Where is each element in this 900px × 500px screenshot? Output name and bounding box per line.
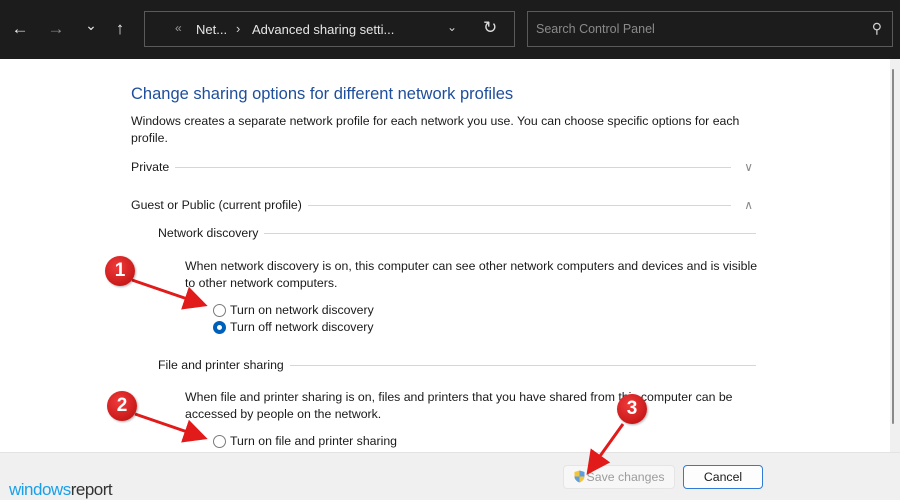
radio-label[interactable]: Turn on file and printer sharing xyxy=(230,434,397,448)
breadcrumb-network[interactable]: Net... xyxy=(196,22,227,37)
radio-button-selected[interactable] xyxy=(213,320,226,334)
file-printer-sharing-heading: File and printer sharing xyxy=(158,358,284,372)
breadcrumb-advanced-sharing[interactable]: Advanced sharing setti... xyxy=(252,22,394,37)
radio-button[interactable] xyxy=(213,303,226,317)
radio-turn-off-network-discovery[interactable]: Turn off network discovery xyxy=(213,320,374,334)
up-button[interactable]: ↑ xyxy=(109,18,131,40)
profile-private-header[interactable]: Private ∨ xyxy=(131,160,753,174)
network-discovery-header: Network discovery xyxy=(158,226,756,240)
page-title: Change sharing options for different net… xyxy=(131,85,514,103)
chevron-up-icon[interactable]: ∧ xyxy=(731,198,753,212)
annotation-badge-3: 3 xyxy=(617,394,647,424)
divider xyxy=(264,232,756,234)
address-dropdown-icon[interactable]: ⌄ xyxy=(447,20,457,34)
page-intro: Windows creates a separate network profi… xyxy=(131,114,740,145)
navigation-bar: ← → ⌄ ↑ « Net... › Advanced sharing sett… xyxy=(0,0,900,59)
arrow-left-icon: ← xyxy=(11,19,29,38)
divider xyxy=(289,364,756,366)
search-input[interactable] xyxy=(536,20,856,38)
file-printer-sharing-description: When file and printer sharing is on, fil… xyxy=(185,390,733,421)
radio-label[interactable]: Turn off network discovery xyxy=(230,320,374,334)
save-changes-button[interactable]: Save changes xyxy=(563,465,675,489)
search-icon[interactable]: ⚲ xyxy=(872,20,882,37)
profile-public-label[interactable]: Guest or Public (current profile) xyxy=(131,198,308,212)
divider xyxy=(175,166,731,168)
profile-private-label[interactable]: Private xyxy=(131,160,175,174)
logo-part-report: report xyxy=(70,480,113,499)
network-discovery-heading: Network discovery xyxy=(158,226,259,240)
vertical-scrollbar[interactable] xyxy=(890,59,900,452)
radio-turn-on-network-discovery[interactable]: Turn on network discovery xyxy=(213,303,374,317)
divider xyxy=(307,204,731,206)
uac-shield-icon xyxy=(574,470,585,483)
radio-turn-on-file-printer-sharing[interactable]: Turn on file and printer sharing xyxy=(213,434,397,448)
forward-button[interactable]: → xyxy=(45,18,67,40)
radio-button[interactable] xyxy=(213,434,226,448)
logo-part-windows: windows xyxy=(9,480,71,499)
network-discovery-description: When network discovery is on, this compu… xyxy=(185,259,758,290)
overflow-chevron-icon[interactable]: « xyxy=(175,21,182,35)
radio-label[interactable]: Turn on network discovery xyxy=(230,303,374,317)
recent-locations-button[interactable]: ⌄ xyxy=(80,14,102,36)
search-box[interactable]: ⚲ xyxy=(527,11,893,47)
chevron-down-icon: ⌄ xyxy=(85,17,97,33)
arrow-right-icon: → xyxy=(47,19,65,38)
refresh-icon[interactable]: ↻ xyxy=(483,18,497,38)
annotation-badge-1: 1 xyxy=(105,256,135,286)
arrow-up-icon: ↑ xyxy=(115,19,125,38)
file-printer-sharing-header: File and printer sharing xyxy=(158,358,756,372)
back-button[interactable]: ← xyxy=(9,18,31,40)
scrollbar-thumb[interactable] xyxy=(892,69,894,424)
windowsreport-logo: windowsreport xyxy=(9,480,113,500)
breadcrumb-separator-icon[interactable]: › xyxy=(236,21,240,36)
chevron-down-icon[interactable]: ∨ xyxy=(731,160,753,174)
footer-bar: Save changes Cancel windowsreport xyxy=(0,452,900,500)
profile-public-header[interactable]: Guest or Public (current profile) ∧ xyxy=(131,198,753,212)
cancel-button[interactable]: Cancel xyxy=(683,465,763,489)
save-changes-label: Save changes xyxy=(586,470,665,484)
address-bar[interactable]: « Net... › Advanced sharing setti... ⌄ ↻ xyxy=(144,11,515,47)
annotation-badge-2: 2 xyxy=(107,391,137,421)
